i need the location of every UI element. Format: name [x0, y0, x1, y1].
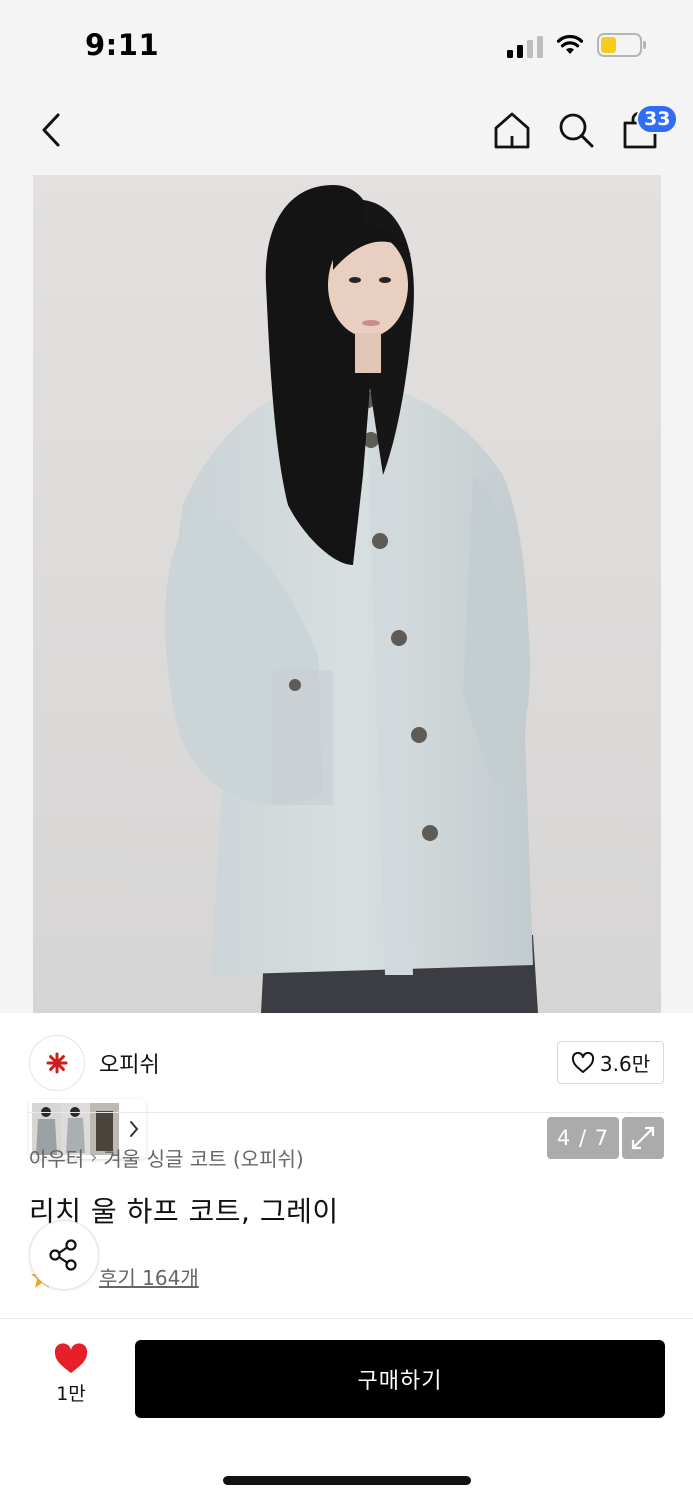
wifi-icon: [556, 34, 584, 54]
image-counter: 4 / 7: [547, 1117, 619, 1159]
chevron-right-icon: [130, 1121, 139, 1137]
wishlist-button[interactable]: 1만: [40, 1343, 102, 1413]
status-time: 9:11: [85, 28, 160, 62]
heart-outline-icon: [571, 1051, 594, 1073]
thumbnail-next-button[interactable]: [127, 1119, 141, 1139]
expand-icon: [631, 1126, 655, 1150]
review-link[interactable]: 후기 164개: [99, 1262, 199, 1291]
back-button[interactable]: [34, 110, 68, 150]
chevron-right-icon: ›: [90, 1147, 98, 1168]
search-icon: [559, 113, 594, 148]
brand-like-count: 3.6만: [599, 1052, 651, 1076]
product-gallery[interactable]: 4 / 7: [0, 175, 693, 1159]
brand-name[interactable]: 오피쉬: [99, 1047, 160, 1079]
breadcrumb-item-category[interactable]: 아우터: [29, 1143, 84, 1172]
cellular-signal-icon: [507, 36, 543, 58]
battery-icon: [597, 33, 646, 57]
wishlist-count: 1만: [56, 1383, 86, 1405]
breadcrumb: 아우터 › 겨울 싱글 코트 (오피쉬): [29, 1143, 304, 1172]
section-divider: [29, 1112, 664, 1113]
brand-like-button[interactable]: 3.6만: [557, 1041, 664, 1084]
search-button[interactable]: [554, 108, 598, 152]
share-button[interactable]: [29, 1220, 99, 1290]
expand-image-button[interactable]: [622, 1117, 664, 1159]
bottom-bar-divider: [0, 1318, 693, 1319]
home-button[interactable]: [490, 108, 534, 152]
top-bar: 9:11 33: [0, 0, 693, 175]
share-icon: [49, 1239, 77, 1271]
back-icon: [42, 113, 60, 147]
brand-logo[interactable]: [29, 1035, 85, 1091]
home-indicator[interactable]: [223, 1476, 471, 1485]
product-detail-screen: 9:11 33 4 / 7 오피쉬 3.6만 아우터 › 겨울 싱글 코트 (오…: [0, 0, 693, 1500]
home-icon: [494, 112, 530, 149]
brand-logo-mark: [46, 1052, 68, 1074]
product-image[interactable]: [33, 175, 661, 1013]
buy-button[interactable]: 구매하기: [135, 1340, 665, 1418]
heart-filled-icon: [54, 1343, 88, 1373]
cart-count-badge: 33: [636, 104, 679, 134]
product-photo-illustration: [165, 185, 538, 1013]
breadcrumb-item-collection[interactable]: 겨울 싱글 코트 (오피쉬): [103, 1143, 303, 1172]
